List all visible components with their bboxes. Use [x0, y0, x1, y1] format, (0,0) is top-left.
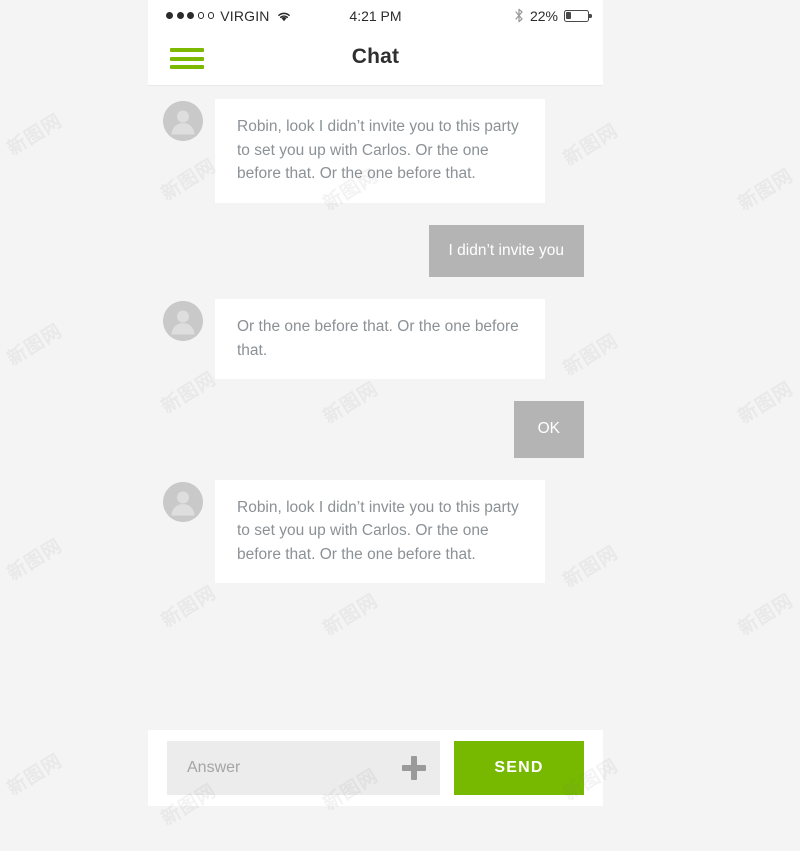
watermark: 新图网 [3, 109, 67, 161]
message-list: Robin, look I didn’t invite you to this … [148, 86, 603, 605]
message-row: Robin, look I didn’t invite you to this … [148, 479, 603, 584]
watermark: 新图网 [734, 377, 798, 429]
answer-input-wrapper[interactable] [167, 741, 440, 795]
message-bubble-incoming: Robin, look I didn’t invite you to this … [215, 479, 545, 584]
status-bar-right: 22% [514, 7, 592, 24]
message-bubble-outgoing: I didn’t invite you [428, 224, 584, 278]
battery-icon [564, 9, 592, 22]
battery-percent-label: 22% [529, 7, 558, 24]
answer-input[interactable] [167, 741, 440, 795]
message-row: I didn’t invite you [148, 224, 603, 278]
send-button[interactable]: SEND [454, 741, 584, 795]
message-row: Robin, look I didn’t invite you to this … [148, 99, 603, 203]
message-bubble-incoming: Robin, look I didn’t invite you to this … [215, 99, 545, 203]
status-bar: VIRGIN 4:21 PM 22% [148, 0, 603, 31]
message-bubble-incoming: Or the one before that. Or the one befor… [215, 299, 545, 380]
message-row: Or the one before that. Or the one befor… [148, 299, 603, 380]
bluetooth-icon [514, 8, 524, 23]
user-avatar-icon [163, 481, 203, 522]
message-composer: SEND [148, 730, 603, 806]
watermark: 新图网 [3, 319, 67, 371]
phone-frame: VIRGIN 4:21 PM 22% Chat Robin, look I di… [148, 0, 603, 851]
user-avatar-icon [163, 301, 203, 342]
message-row: OK [148, 401, 603, 458]
user-avatar-icon [163, 101, 203, 141]
nav-bar: Chat [148, 31, 603, 86]
message-bubble-outgoing: OK [513, 401, 584, 458]
watermark: 新图网 [3, 534, 67, 586]
plus-icon[interactable] [402, 756, 426, 780]
watermark: 新图网 [734, 589, 798, 641]
page-title: Chat [351, 45, 400, 68]
watermark: 新图网 [734, 164, 798, 216]
phone-screenshot: 新图网 新图网 新图网 新图网 新图网 新图网 新图网 新图网 新图网 新图网 … [0, 0, 800, 851]
watermark: 新图网 [3, 749, 67, 801]
